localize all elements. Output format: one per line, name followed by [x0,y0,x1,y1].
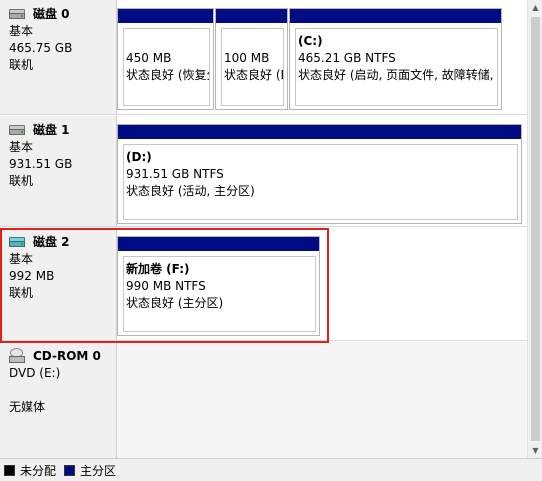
disk-0-size: 465.75 GB [9,41,73,55]
disk-2-size: 992 MB [9,269,55,283]
disk-1-status: 联机 [9,174,34,188]
legend-swatch-unallocated [4,464,15,476]
disk-0-label[interactable]: 磁盘 0 基本 465.75 GB 联机 [0,0,117,114]
disk-row-2: 磁盘 2 基本 992 MB 联机 新加卷 (F:) 990 MB NTFS 状… [0,228,527,341]
cd-drive-icon [9,348,25,364]
partition-title [224,33,283,50]
partition-type-bar [118,237,319,251]
partition-title: 新加卷 (F:) [126,262,190,276]
legend-label: 未分配 [20,463,57,478]
disk-0-partition-area: 450 MB 状态良好 (恢复分区) 100 MB 状态良好 (EFI 系统分区… [117,0,527,114]
cdrom-0-name: CD-ROM 0 [33,348,101,363]
disk-1-size: 931.51 GB [9,157,73,171]
scroll-up-arrow-icon[interactable]: ▲ [528,0,542,15]
disk-1-type: 基本 [9,140,34,154]
partition-d[interactable]: (D:) 931.51 GB NTFS 状态良好 (活动, 主分区) [117,124,522,224]
hdd-icon [9,8,25,20]
cdrom-0-area [117,342,527,458]
scroll-down-arrow-icon[interactable]: ▼ [528,443,542,458]
disk-2-partition-area: 新加卷 (F:) 990 MB NTFS 状态良好 (主分区) [117,228,527,340]
legend-item-primary: 主分区 [64,462,116,479]
disk-1-name: 磁盘 1 [33,122,70,137]
disk-2-status: 联机 [9,286,34,300]
partition-status: 状态良好 (主分区) [126,296,224,310]
disk-2-name: 磁盘 2 [33,234,70,249]
partition-status: 状态良好 (启动, 页面文件, 故障转储, 主分区) [298,68,497,82]
vertical-scrollbar[interactable]: ▲ ▼ [527,0,542,458]
partition-size: 931.51 GB NTFS [126,167,224,181]
partition-size: 990 MB NTFS [126,279,206,293]
partition-efi[interactable]: 100 MB 状态良好 (EFI 系统分区) [215,8,288,110]
partition-type-bar [118,9,213,23]
partition-type-bar [290,9,501,23]
partition-recovery[interactable]: 450 MB 状态良好 (恢复分区) [117,8,214,110]
disk-2-label[interactable]: 磁盘 2 基本 992 MB 联机 [0,228,117,340]
cdrom-0-size [9,382,116,399]
disk-row-1: 磁盘 1 基本 931.51 GB 联机 (D:) 931.51 GB NTFS… [0,116,527,227]
scrollbar-thumb[interactable] [531,17,540,441]
cdrom-0-status: 无媒体 [9,400,46,414]
legend-item-unallocated: 未分配 [4,462,56,479]
cdrom-0-label[interactable]: CD-ROM 0 DVD (E:) 无媒体 [0,342,117,458]
disk-1-label[interactable]: 磁盘 1 基本 931.51 GB 联机 [0,116,117,226]
legend-bar: 未分配 主分区 [0,458,542,481]
partition-size: 100 MB [224,51,270,65]
legend-swatch-primary [64,464,76,476]
partition-title [126,33,209,50]
partition-status: 状态良好 (恢复分区) [126,68,209,82]
disk-2-type: 基本 [9,252,34,266]
disk-0-name: 磁盘 0 [33,6,70,21]
disk-row-0: 磁盘 0 基本 465.75 GB 联机 450 MB 状态良好 (恢复分区) … [0,0,527,115]
partition-status: 状态良好 (活动, 主分区) [126,184,255,198]
disk-row-cdrom: CD-ROM 0 DVD (E:) 无媒体 [0,342,527,458]
partition-status: 状态良好 (EFI 系统分区) [224,68,283,82]
hdd-icon [9,124,25,136]
partition-f[interactable]: 新加卷 (F:) 990 MB NTFS 状态良好 (主分区) [117,236,320,336]
partition-c[interactable]: (C:) 465.21 GB NTFS 状态良好 (启动, 页面文件, 故障转储… [289,8,502,110]
partition-title: (D:) [126,150,152,164]
partition-type-bar [216,9,287,23]
partition-title: (C:) [298,34,323,48]
disk-0-status: 联机 [9,58,34,72]
partition-size: 450 MB [126,51,172,65]
usb-drive-icon [9,236,25,248]
partition-size: 465.21 GB NTFS [298,51,396,65]
disk-1-partition-area: (D:) 931.51 GB NTFS 状态良好 (活动, 主分区) [117,116,527,226]
partition-type-bar [118,125,521,139]
legend-label: 主分区 [80,463,117,478]
cdrom-0-type: DVD (E:) [9,366,61,380]
disk-0-type: 基本 [9,24,34,38]
disk-map-view: 磁盘 0 基本 465.75 GB 联机 450 MB 状态良好 (恢复分区) … [0,0,527,458]
